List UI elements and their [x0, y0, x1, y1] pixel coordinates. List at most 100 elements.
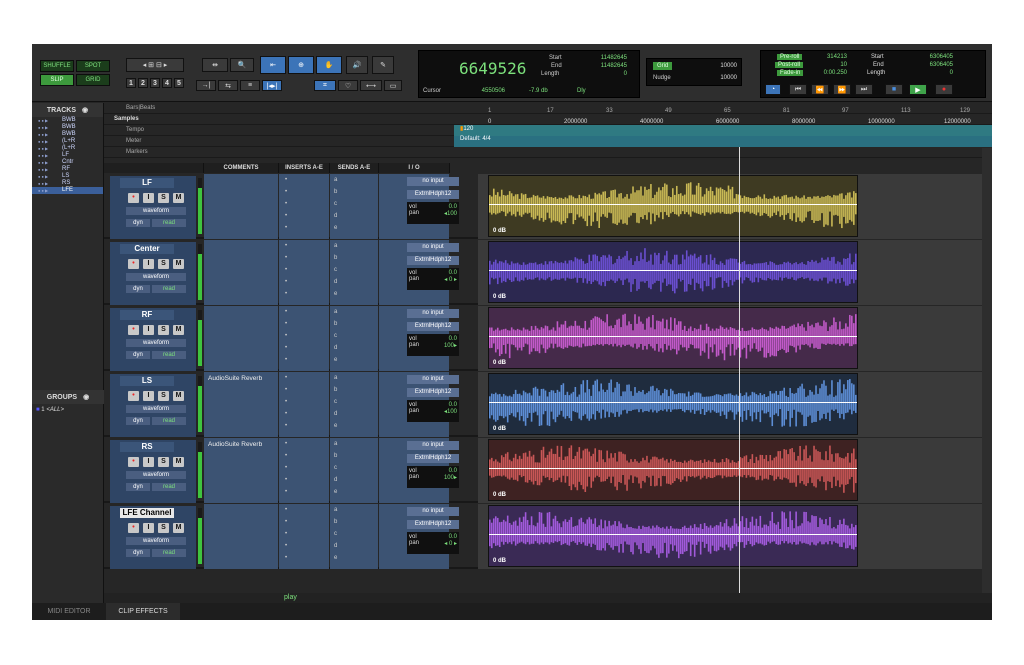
clip-gain-line[interactable]: [489, 534, 857, 535]
automation-mode[interactable]: read: [152, 483, 186, 491]
track-playlist[interactable]: 0 dB: [478, 504, 992, 569]
send-slot[interactable]: c: [334, 201, 337, 207]
input-monitor-button[interactable]: I: [143, 325, 154, 335]
mute-button[interactable]: M: [173, 325, 184, 335]
link-timeline-icon[interactable]: ≡: [240, 80, 260, 91]
view-selector[interactable]: waveform: [126, 339, 186, 347]
output-selector[interactable]: ExtrnlHdph12: [407, 388, 459, 397]
end-value[interactable]: 11482645: [587, 63, 627, 69]
track-name[interactable]: Center: [120, 244, 174, 254]
vol-pan-display[interactable]: vol 0.0 pan 100▸: [407, 334, 459, 356]
vol-pan-display[interactable]: vol 0.0 pan ◂100: [407, 400, 459, 422]
sends-slots[interactable]: abcde: [330, 438, 378, 503]
output-selector[interactable]: ExtrnlHdph12: [407, 322, 459, 331]
insert-slot[interactable]: •: [285, 321, 287, 327]
pan-value[interactable]: ◂ 0 ▸: [444, 540, 457, 547]
send-slot[interactable]: c: [334, 333, 337, 339]
zoom-preset-1[interactable]: 1: [126, 78, 136, 88]
view-selector[interactable]: waveform: [126, 471, 186, 479]
insert-slot[interactable]: •: [285, 399, 287, 405]
track-list-item[interactable]: LS: [32, 173, 103, 180]
comments-column-header[interactable]: COMMENTS: [204, 163, 279, 173]
length-value[interactable]: 0: [587, 71, 627, 77]
mute-button[interactable]: M: [173, 523, 184, 533]
vol-pan-display[interactable]: vol 0.0 pan 100▸: [407, 466, 459, 488]
mute-button[interactable]: M: [173, 259, 184, 269]
view-selector[interactable]: waveform: [126, 537, 186, 545]
postroll-value[interactable]: 10: [813, 62, 847, 68]
insert-slot[interactable]: •: [285, 411, 287, 417]
bars-beats-ruler[interactable]: Bars|Beats 1 17 33 49 65 81 97 113 129: [104, 103, 992, 114]
send-slot[interactable]: d: [334, 213, 337, 219]
dyn-button[interactable]: dyn: [126, 351, 150, 359]
clip-gain-line[interactable]: [489, 336, 857, 337]
insert-slot[interactable]: •: [285, 177, 287, 183]
markers-ruler[interactable]: Markers: [104, 147, 992, 158]
insert-slot[interactable]: •: [285, 189, 287, 195]
pan-value[interactable]: ◂ 0 ▸: [444, 276, 457, 283]
track-list-item[interactable]: LF: [32, 152, 103, 159]
sends-slots[interactable]: abcde: [330, 240, 378, 305]
mode-spot-button[interactable]: SPOT: [76, 60, 110, 72]
track-name[interactable]: RS: [120, 442, 174, 452]
track-playlist[interactable]: 0 dB: [478, 372, 992, 437]
dyn-button[interactable]: dyn: [126, 549, 150, 557]
pan-value[interactable]: 100▸: [444, 474, 457, 481]
clip-gain-line[interactable]: [489, 204, 857, 205]
groups-menu-icon[interactable]: ◉: [83, 393, 89, 401]
automation-mode[interactable]: read: [152, 417, 186, 425]
grid-lock-icon[interactable]: ⌗: [314, 80, 336, 91]
audio-clip[interactable]: 0 dB: [488, 505, 858, 567]
record-enable-button[interactable]: •: [128, 325, 139, 335]
sends-slots[interactable]: abcde: [330, 504, 378, 569]
comments-field[interactable]: [204, 174, 278, 239]
tempo-lane[interactable]: ▮120: [454, 124, 992, 136]
comments-field[interactable]: AudioSuite Reverb: [204, 372, 278, 437]
comments-field[interactable]: [204, 306, 278, 371]
loop-icon[interactable]: ⟷: [360, 80, 382, 91]
send-slot[interactable]: d: [334, 345, 337, 351]
comments-field[interactable]: [204, 504, 278, 569]
automation-mode[interactable]: read: [152, 549, 186, 557]
track-list-item[interactable]: BWB: [32, 131, 103, 138]
send-slot[interactable]: e: [334, 357, 337, 363]
track-name[interactable]: LF: [120, 178, 174, 188]
solo-button[interactable]: S: [158, 325, 169, 335]
track-list-item[interactable]: Cntr: [32, 159, 103, 166]
send-slot[interactable]: d: [334, 411, 337, 417]
automation-mode[interactable]: read: [152, 285, 186, 293]
insert-slot[interactable]: •: [285, 255, 287, 261]
io-column-header[interactable]: I / O: [379, 163, 450, 173]
send-slot[interactable]: e: [334, 489, 337, 495]
insert-slot[interactable]: •: [285, 201, 287, 207]
tab-midi-editor[interactable]: MIDI EDITOR: [32, 603, 106, 620]
view-selector[interactable]: waveform: [126, 273, 186, 281]
samples-ruler[interactable]: Samples 0 2000000 4000000 6000000 8000000 100…: [104, 114, 992, 125]
insert-slot[interactable]: •: [285, 243, 287, 249]
fadein-value[interactable]: 0:00.250: [813, 70, 847, 76]
comments-field[interactable]: [204, 240, 278, 305]
inserts-slots[interactable]: • • • • •: [279, 174, 329, 239]
fast-forward-icon[interactable]: ⏩: [833, 84, 851, 95]
record-icon[interactable]: ●: [935, 84, 953, 95]
t-start-value[interactable]: 6306405: [919, 54, 953, 60]
send-slot[interactable]: e: [334, 423, 337, 429]
meter-ruler[interactable]: Meter Default: 4/4: [104, 135, 992, 147]
rewind-icon[interactable]: ⏪: [811, 84, 829, 95]
track-list-item[interactable]: BWB: [32, 124, 103, 131]
vol-pan-display[interactable]: vol 0.0 pan ◂ 0 ▸: [407, 268, 459, 290]
sends-slots[interactable]: abcde: [330, 372, 378, 437]
selector-tool-icon[interactable]: ⊕: [288, 56, 314, 74]
input-selector[interactable]: no input: [407, 243, 459, 252]
insert-slot[interactable]: •: [285, 489, 287, 495]
insert-slot[interactable]: •: [285, 345, 287, 351]
insert-slot[interactable]: •: [285, 225, 287, 231]
inserts-slots[interactable]: • • • • •: [279, 372, 329, 437]
return-to-zero-icon[interactable]: ⏮: [789, 84, 807, 95]
track-list-item[interactable]: RS: [32, 180, 103, 187]
insert-slot[interactable]: •: [285, 555, 287, 561]
input-selector[interactable]: no input: [407, 375, 459, 384]
dyn-button[interactable]: dyn: [126, 285, 150, 293]
track-playlist[interactable]: 0 dB: [478, 438, 992, 503]
automation-mode[interactable]: read: [152, 219, 186, 227]
